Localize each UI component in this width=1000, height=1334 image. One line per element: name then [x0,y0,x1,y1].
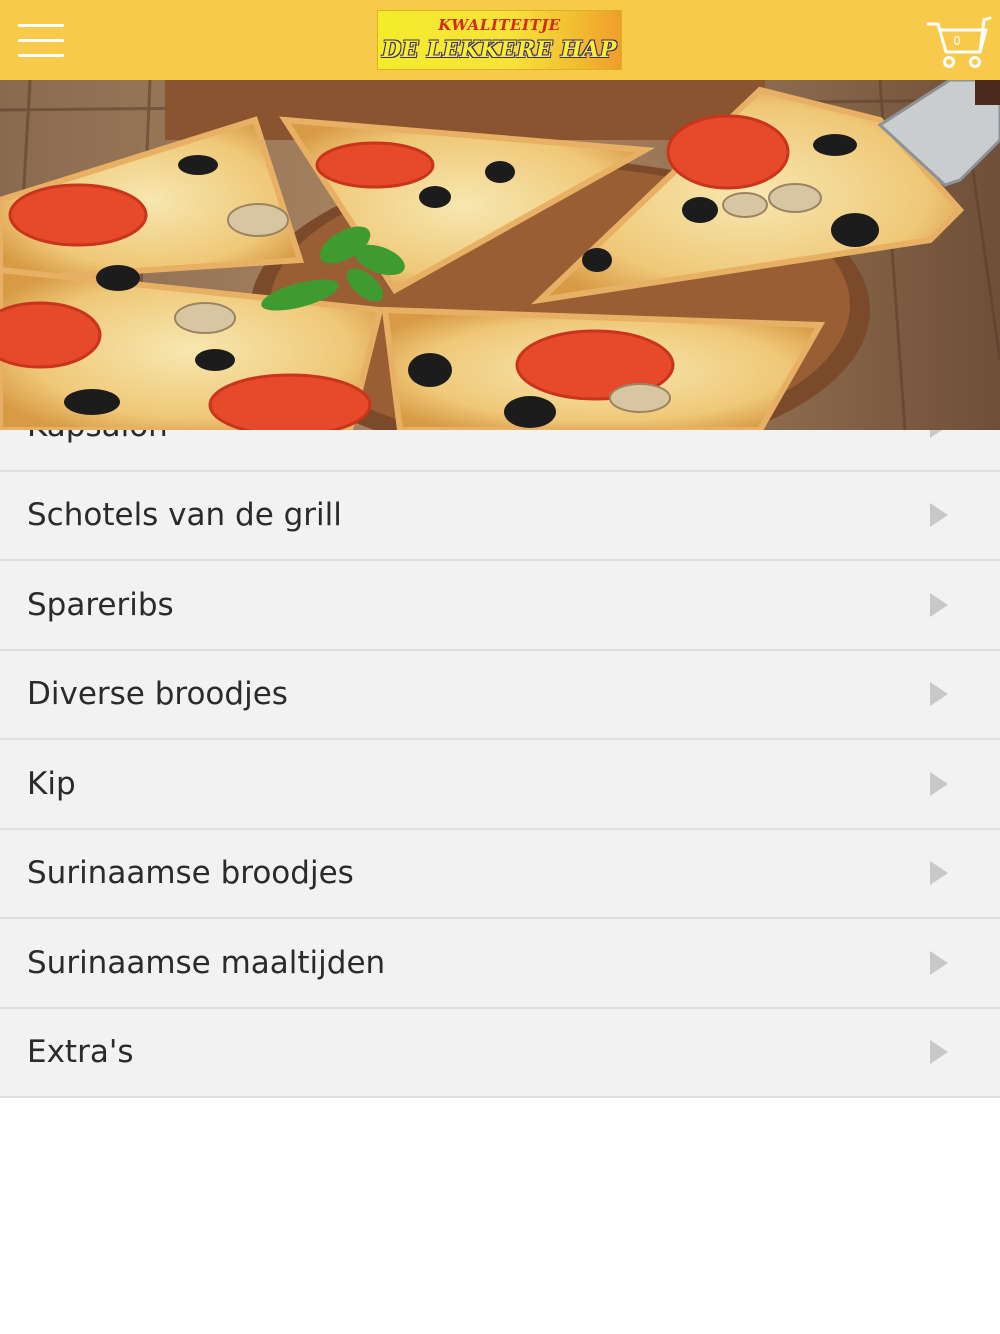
hamburger-line [18,39,64,42]
category-item[interactable]: Diverse broodjes [0,650,1000,740]
chevron-right-icon [930,861,948,886]
chevron-right-icon [930,950,948,975]
chevron-right-icon [930,1040,948,1065]
chevron-right-icon [930,503,948,528]
cart-count-badge: 0 [953,34,961,48]
category-label: Spareribs [27,586,174,623]
category-item[interactable]: Spareribs [0,561,1000,651]
category-label: Diverse broodjes [27,676,288,713]
category-list: Kapsalon Schotels van de grill Spareribs… [0,382,1000,1098]
category-item[interactable]: Surinaamse broodjes [0,829,1000,919]
brand-logo[interactable]: KWALITEITJE DE LEKKERE HAP [377,10,622,70]
category-item[interactable]: Schotels van de grill [0,471,1000,561]
logo-title: DE LEKKERE HAP [382,37,617,63]
hero-pizza-image [0,80,1000,430]
chevron-right-icon [930,682,948,707]
category-label: Surinaamse broodjes [27,855,354,892]
pizza-photo [0,80,1000,430]
hamburger-line [18,54,64,57]
category-item[interactable]: Kip [0,740,1000,830]
chevron-right-icon [930,592,948,617]
category-label: Kip [27,765,76,802]
hamburger-menu-icon[interactable] [18,22,64,58]
chevron-right-icon [930,771,948,796]
logo-tagline: KWALITEITJE [438,16,561,34]
category-label: Surinaamse maaltijden [27,944,386,981]
category-label: Extra's [27,1034,134,1071]
cart-button[interactable]: 0 [926,12,992,70]
category-item[interactable]: Surinaamse maaltijden [0,919,1000,1009]
category-item[interactable]: Extra's [0,1008,1000,1098]
top-bar: KWALITEITJE DE LEKKERE HAP 0 [0,0,1000,80]
hamburger-line [18,24,64,27]
category-label: Schotels van de grill [27,497,342,534]
